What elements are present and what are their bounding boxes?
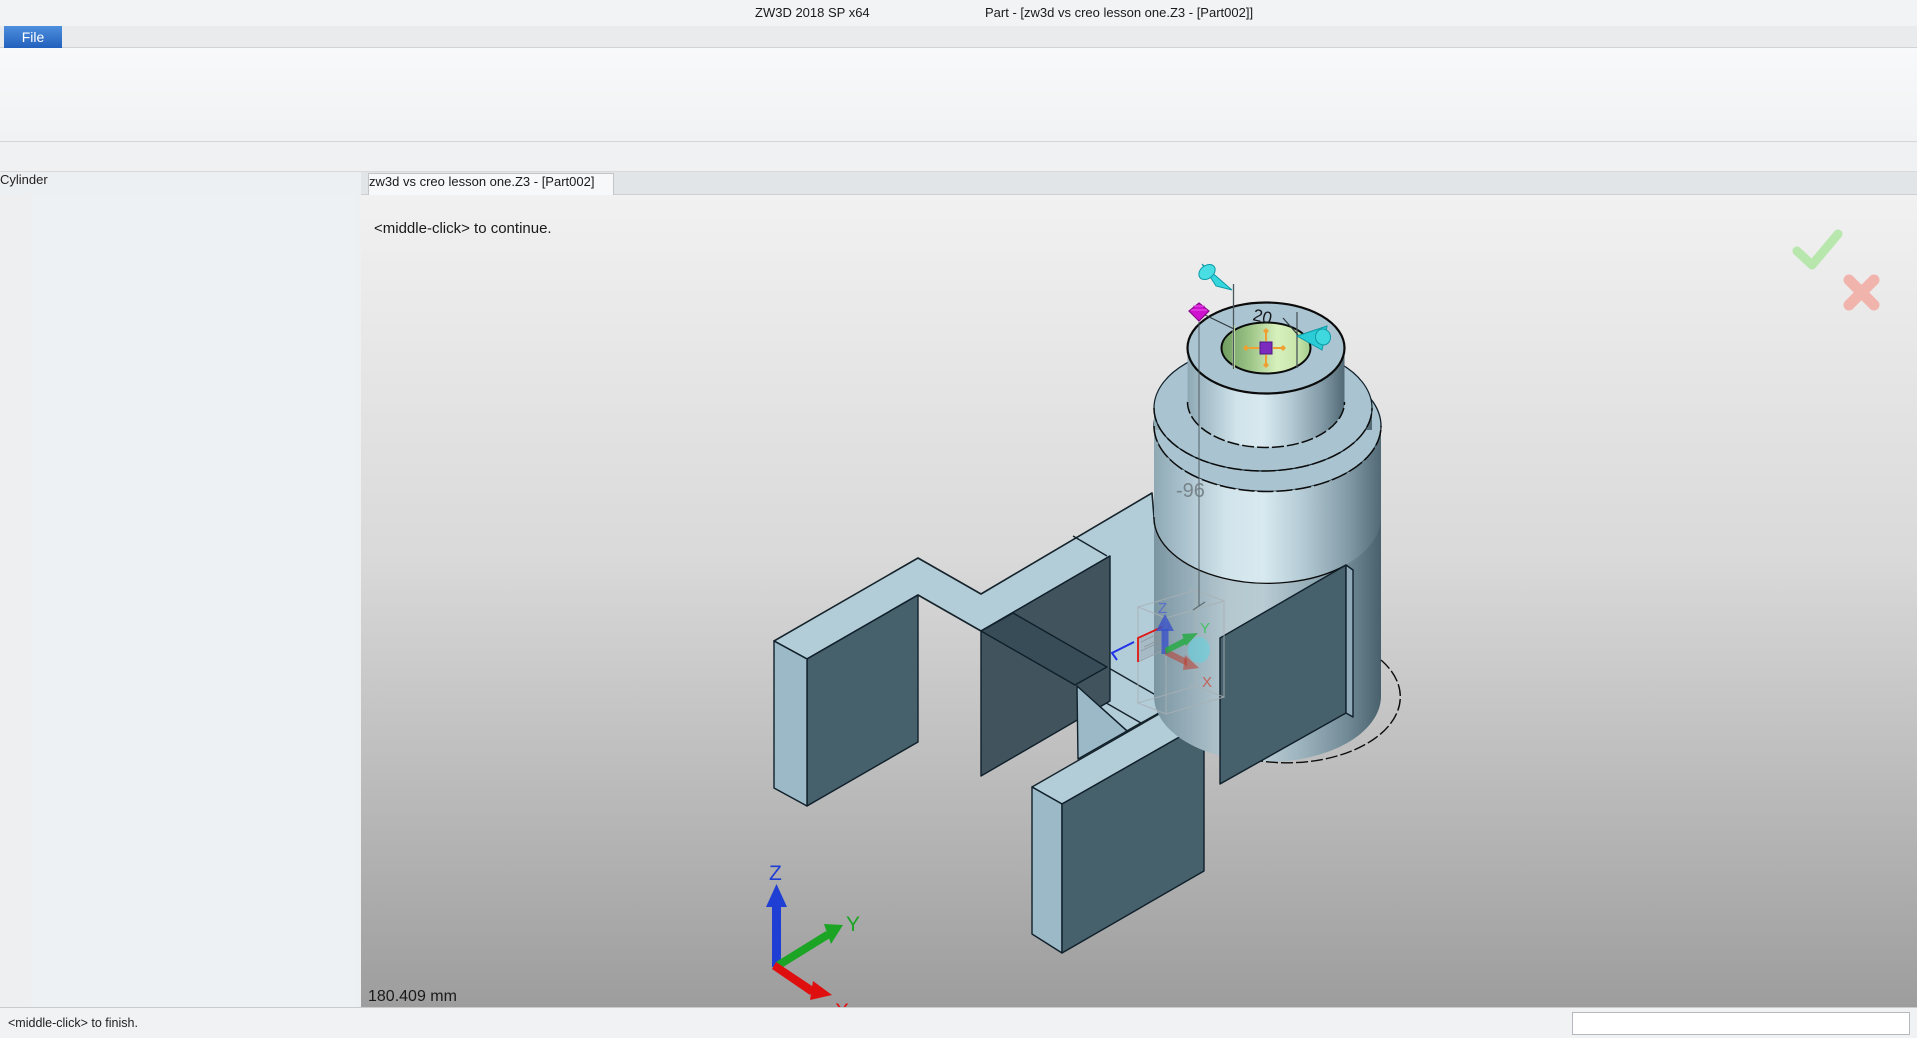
svg-text:<middle-click> to continue.: <middle-click> to continue. [374, 220, 552, 237]
svg-text:Z: Z [1158, 600, 1167, 617]
svg-text:X: X [835, 1000, 849, 1007]
svg-text:Y: Y [1200, 620, 1210, 637]
svg-text:X: X [1202, 674, 1212, 691]
svg-text:Z: Z [769, 862, 782, 885]
svg-text:Y: Y [846, 913, 860, 936]
svg-text:180.409 mm: 180.409 mm [368, 988, 457, 1005]
svg-text:-96: -96 [1176, 480, 1205, 502]
